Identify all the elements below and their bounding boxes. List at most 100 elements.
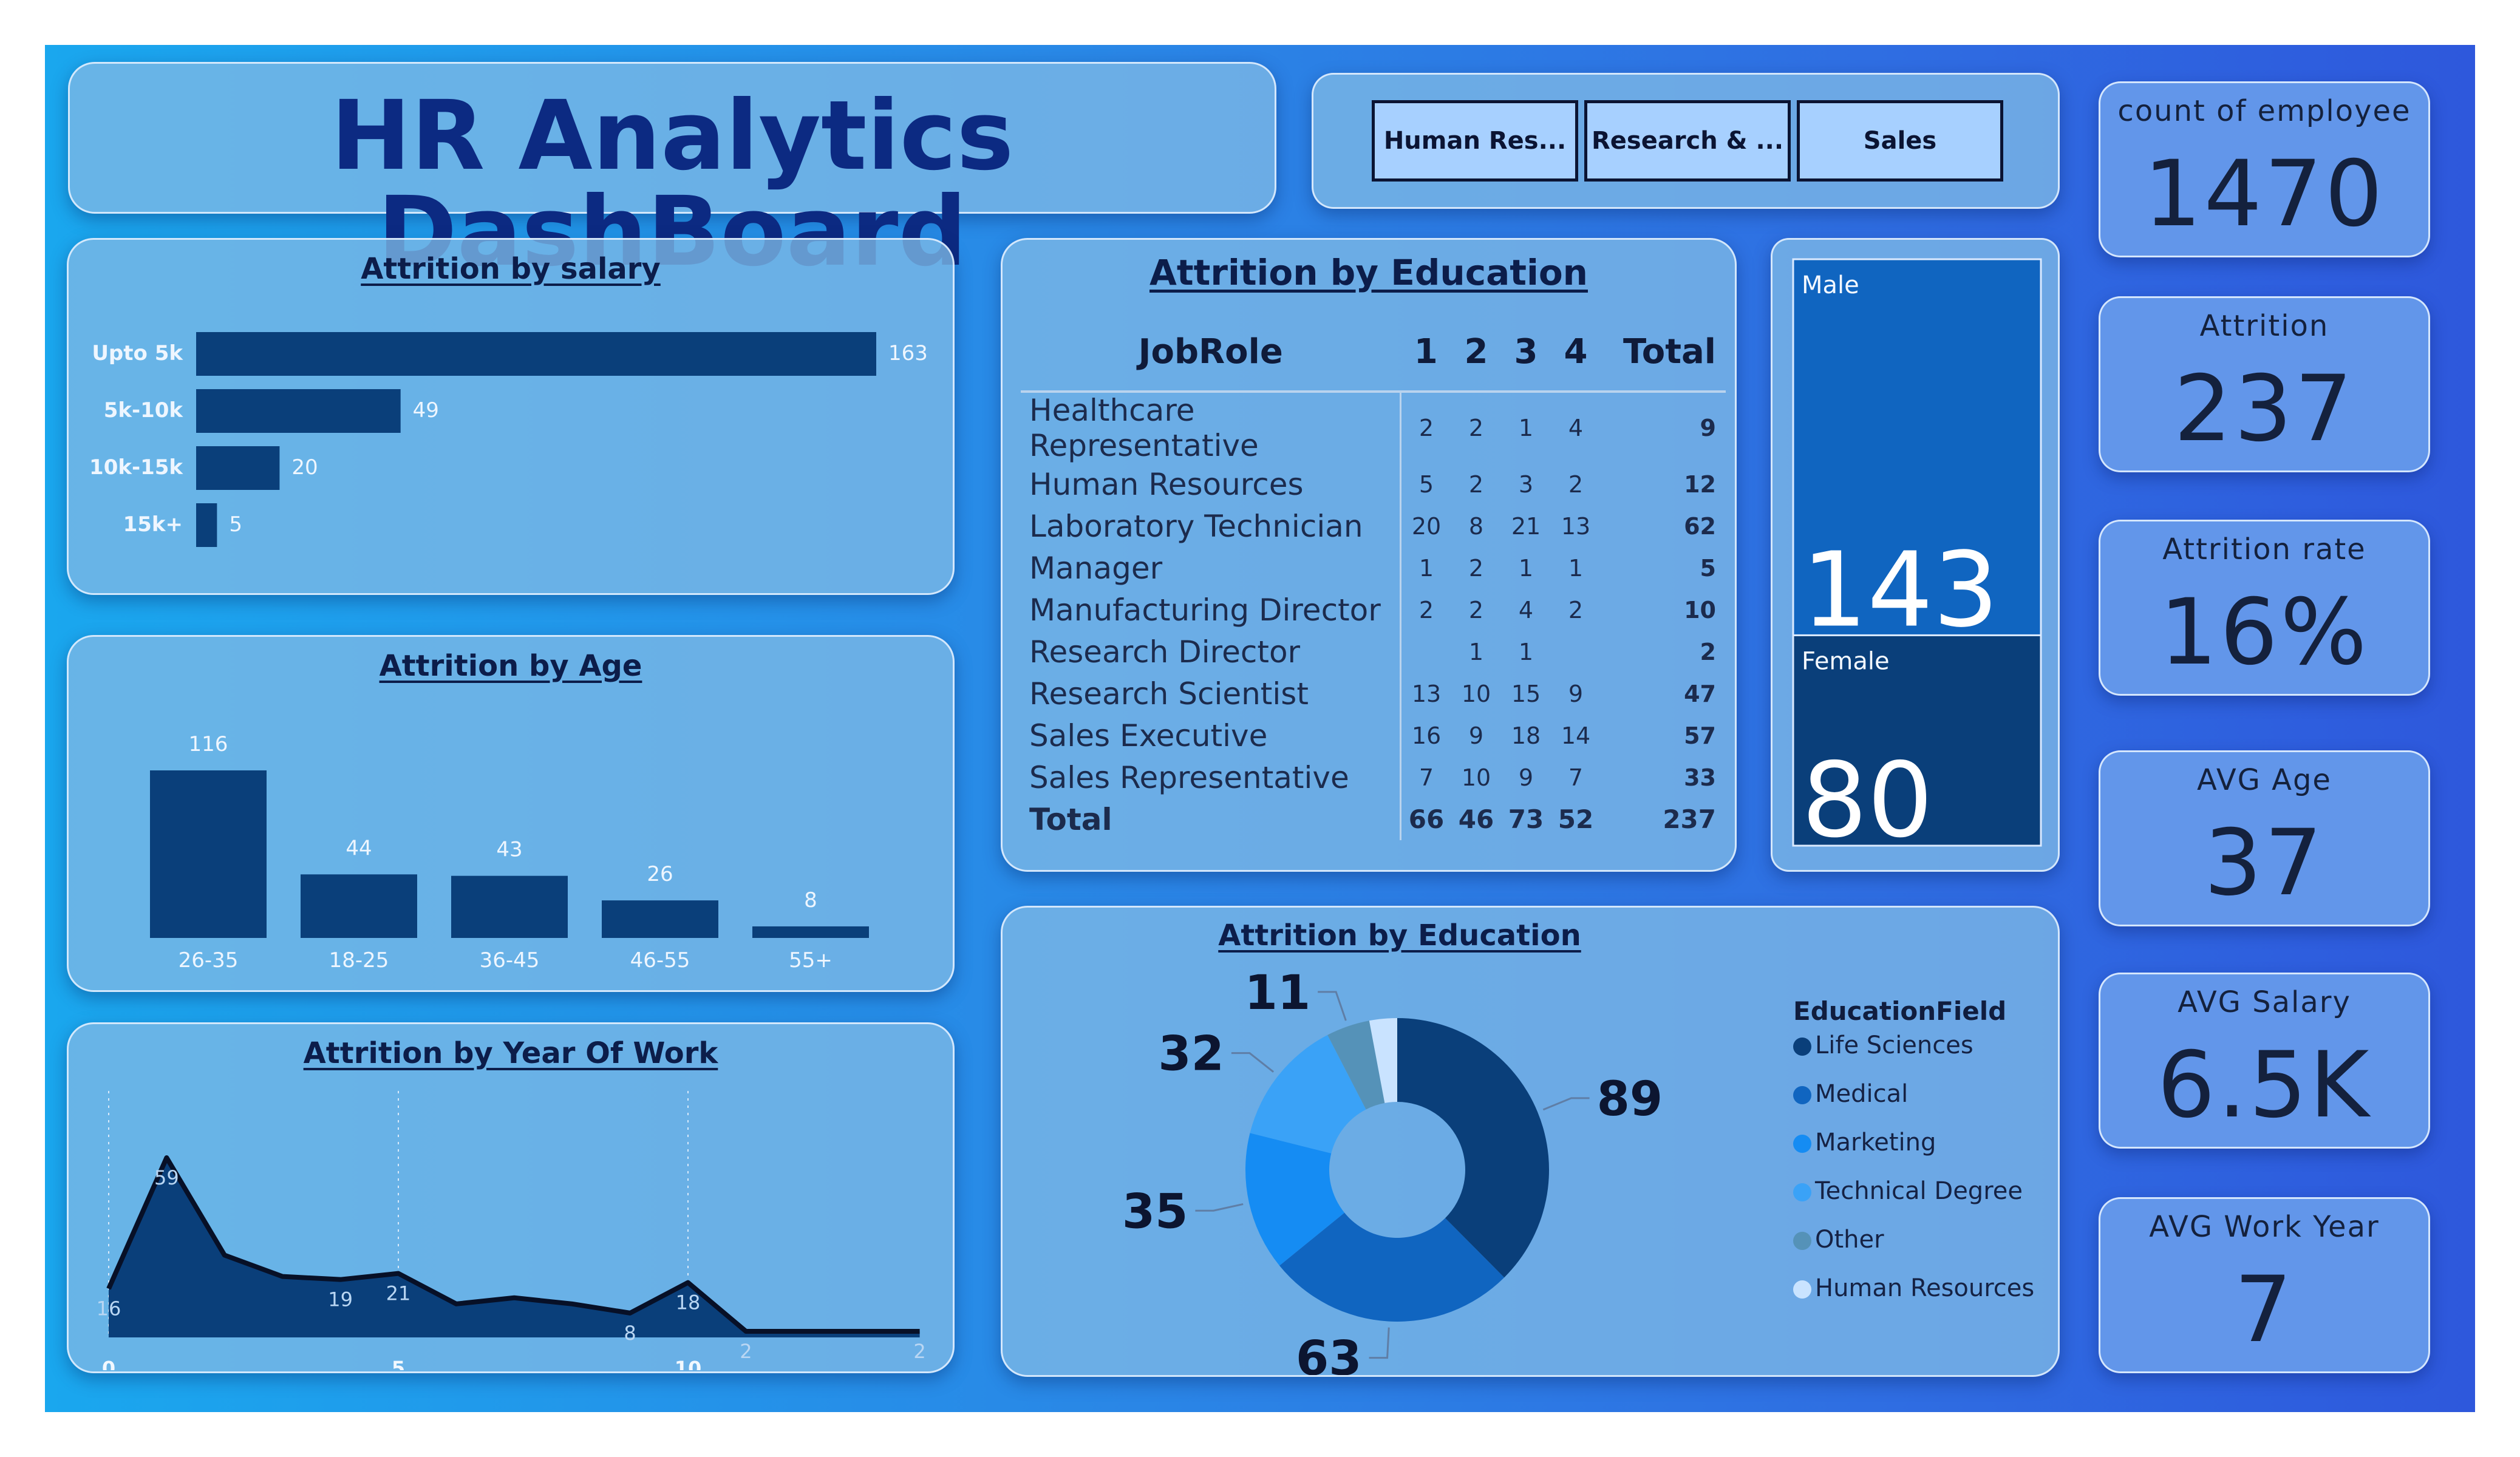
matrix-value-cell: 66 [1400, 798, 1451, 840]
matrix-value-cell: 10 [1461, 764, 1491, 791]
kpi-value: 16% [2159, 580, 2369, 685]
matrix-jobrole-cell: Healthcare Representative [1029, 393, 1259, 463]
age-category-label: 36-45 [480, 948, 540, 973]
matrix-header-4: 4 [1551, 313, 1601, 393]
age-bar [451, 875, 568, 938]
matrix-value-cell: 1 [1468, 638, 1484, 665]
kpi-value: 237 [2173, 356, 2355, 462]
legend-label: Other [1815, 1226, 1884, 1254]
matrix-value-cell: 1 [1518, 415, 1534, 441]
age-value-label: 116 [189, 732, 228, 756]
matrix-jobrole-cell: Sales Executive [1029, 718, 1268, 753]
matrix-header-jobrole: JobRole [1021, 313, 1401, 393]
matrix-value-cell: 2 [1468, 415, 1484, 441]
gender-treemap-panel: Male 143 Female 80 [1771, 238, 2060, 872]
slicer-option-research-development[interactable]: Research & ... [1584, 100, 1791, 182]
matrix-total-cell: 2 [1700, 638, 1716, 665]
legend-item[interactable]: Marketing [1793, 1129, 1936, 1156]
donut-value-label: 35 [1122, 1184, 1188, 1239]
matrix-value-cell: 2 [1568, 596, 1584, 623]
matrix-value-cell: 15 [1511, 680, 1541, 707]
age-category-label: 46-55 [630, 948, 690, 973]
matrix-value-cell: 1 [1400, 547, 1451, 589]
gender-label: Female [1802, 647, 1890, 675]
education-matrix-panel: Attrition by Education JobRole 1 2 3 4 T… [1001, 238, 1737, 872]
matrix-total-cell: 33 [1684, 764, 1716, 791]
kpi-value: 1470 [2144, 141, 2385, 247]
year-point-label: 59 [154, 1166, 179, 1189]
legend-item[interactable]: Human Resources [1793, 1274, 2034, 1302]
matrix-value-cell: 46 [1458, 804, 1494, 834]
matrix-total-cell: 5 [1700, 554, 1716, 582]
matrix-value-cell: 8 [1468, 512, 1484, 540]
kpi-card-attrition-rate: Attrition rate 16% [2099, 520, 2430, 696]
donut-leader-line [1542, 1097, 1590, 1111]
matrix-row: Manufacturing Director 2 2 4 2 10 [1021, 589, 1726, 631]
matrix-total-cell: 57 [1684, 722, 1716, 749]
donut-legend: EducationField Life Sciences Medical Marke… [1793, 996, 2054, 1336]
year-point-label: 8 [624, 1322, 636, 1345]
matrix-value-cell: 10 [1461, 680, 1491, 707]
kpi-value: 7 [2234, 1257, 2295, 1363]
legend-item[interactable]: Life Sciences [1793, 1031, 1973, 1059]
matrix-value-cell: 52 [1558, 804, 1594, 834]
matrix-value-cell: 2 [1568, 470, 1584, 498]
age-value-label: 8 [804, 888, 817, 912]
matrix-total-cell: 62 [1684, 512, 1716, 540]
year-area-chart: 16 59 19 21 8 18 2 2 0 5 10 [97, 1091, 926, 1370]
matrix-value-cell: 7 [1400, 756, 1451, 798]
matrix-value-cell: 9 [1518, 764, 1534, 791]
legend-item[interactable]: Medical [1793, 1080, 1908, 1108]
salary-value-label: 163 [888, 341, 928, 365]
age-value-label: 43 [496, 838, 522, 862]
salary-bar [196, 446, 280, 490]
matrix-row: Research Scientist 13 10 15 9 47 [1021, 673, 1726, 715]
year-axis-tick: 0 [102, 1357, 115, 1370]
age-bar [602, 900, 718, 938]
year-axis-tick: 10 [675, 1357, 702, 1370]
salary-category-label: 5k-10k [104, 398, 184, 423]
age-category-label: 18-25 [329, 948, 389, 973]
matrix-value-cell: 2 [1468, 596, 1484, 623]
age-category-label: 55+ [789, 948, 833, 973]
matrix-value-cell: 13 [1400, 673, 1451, 715]
donut-value-label: 11 [1245, 966, 1311, 1021]
age-bar [752, 926, 869, 938]
slicer-option-sales[interactable]: Sales [1797, 100, 2003, 182]
matrix-row: Healthcare Representative 2 2 1 4 9 [1021, 392, 1726, 463]
kpi-card-avg-salary: AVG Salary 6.5K [2099, 973, 2430, 1149]
kpi-label: Attrition [2199, 309, 2329, 343]
legend-item[interactable]: Technical Degree [1793, 1177, 2023, 1205]
kpi-card-employee-count: count of employee 1470 [2099, 81, 2430, 257]
matrix-row: Laboratory Technician 20 8 21 13 62 [1021, 505, 1726, 547]
title-panel: HR Analytics DashBoard [68, 62, 1276, 280]
age-chart-title: Attrition by Age [379, 649, 642, 683]
legend-label: Medical [1815, 1080, 1909, 1108]
kpi-label: Attrition rate [2162, 532, 2366, 566]
matrix-value-cell: 14 [1561, 722, 1591, 749]
salary-value-label: 49 [413, 398, 439, 423]
donut-leader-line [1369, 1327, 1390, 1359]
salary-bar-chart: Upto 5k 163 5k-10k 49 10k-15k 20 15k+ 5 [89, 332, 928, 547]
slicer-option-human-resources[interactable]: Human Res... [1372, 100, 1578, 182]
legend-title: EducationField [1793, 996, 2007, 1026]
gender-treemap: Male 143Female 80 [1792, 258, 2042, 861]
matrix-jobrole-cell: Sales Representative [1029, 759, 1349, 795]
legend-label: Human Resources [1815, 1274, 2035, 1302]
matrix-row: Manager 1 2 1 1 5 [1021, 547, 1726, 589]
legend-item[interactable]: Other [1793, 1226, 1884, 1254]
age-value-label: 26 [647, 862, 673, 886]
legend-label: Marketing [1815, 1129, 1936, 1156]
matrix-jobrole-cell: Manager [1029, 550, 1163, 586]
matrix-value-cell: 2 [1400, 589, 1451, 631]
gender-label: Male [1802, 271, 1859, 299]
age-bar-chart: 116 26-35 44 18-25 43 36-45 26 46-55 8 55+ [150, 732, 869, 973]
matrix-row: Sales Executive 16 9 18 14 57 [1021, 715, 1726, 756]
age-chart-panel: Attrition by Age 116 26-35 44 18-25 43 36-45 2… [67, 635, 955, 992]
donut-leader-line [1318, 991, 1347, 1021]
education-field-panel: Attrition by Education 89 63 35 32 11 Educat… [1001, 906, 2060, 1377]
donut-value-label: 63 [1296, 1332, 1362, 1375]
matrix-value-cell: 2 [1400, 392, 1451, 463]
salary-category-label: 10k-15k [89, 455, 183, 480]
matrix-value-cell: 5 [1400, 463, 1451, 505]
